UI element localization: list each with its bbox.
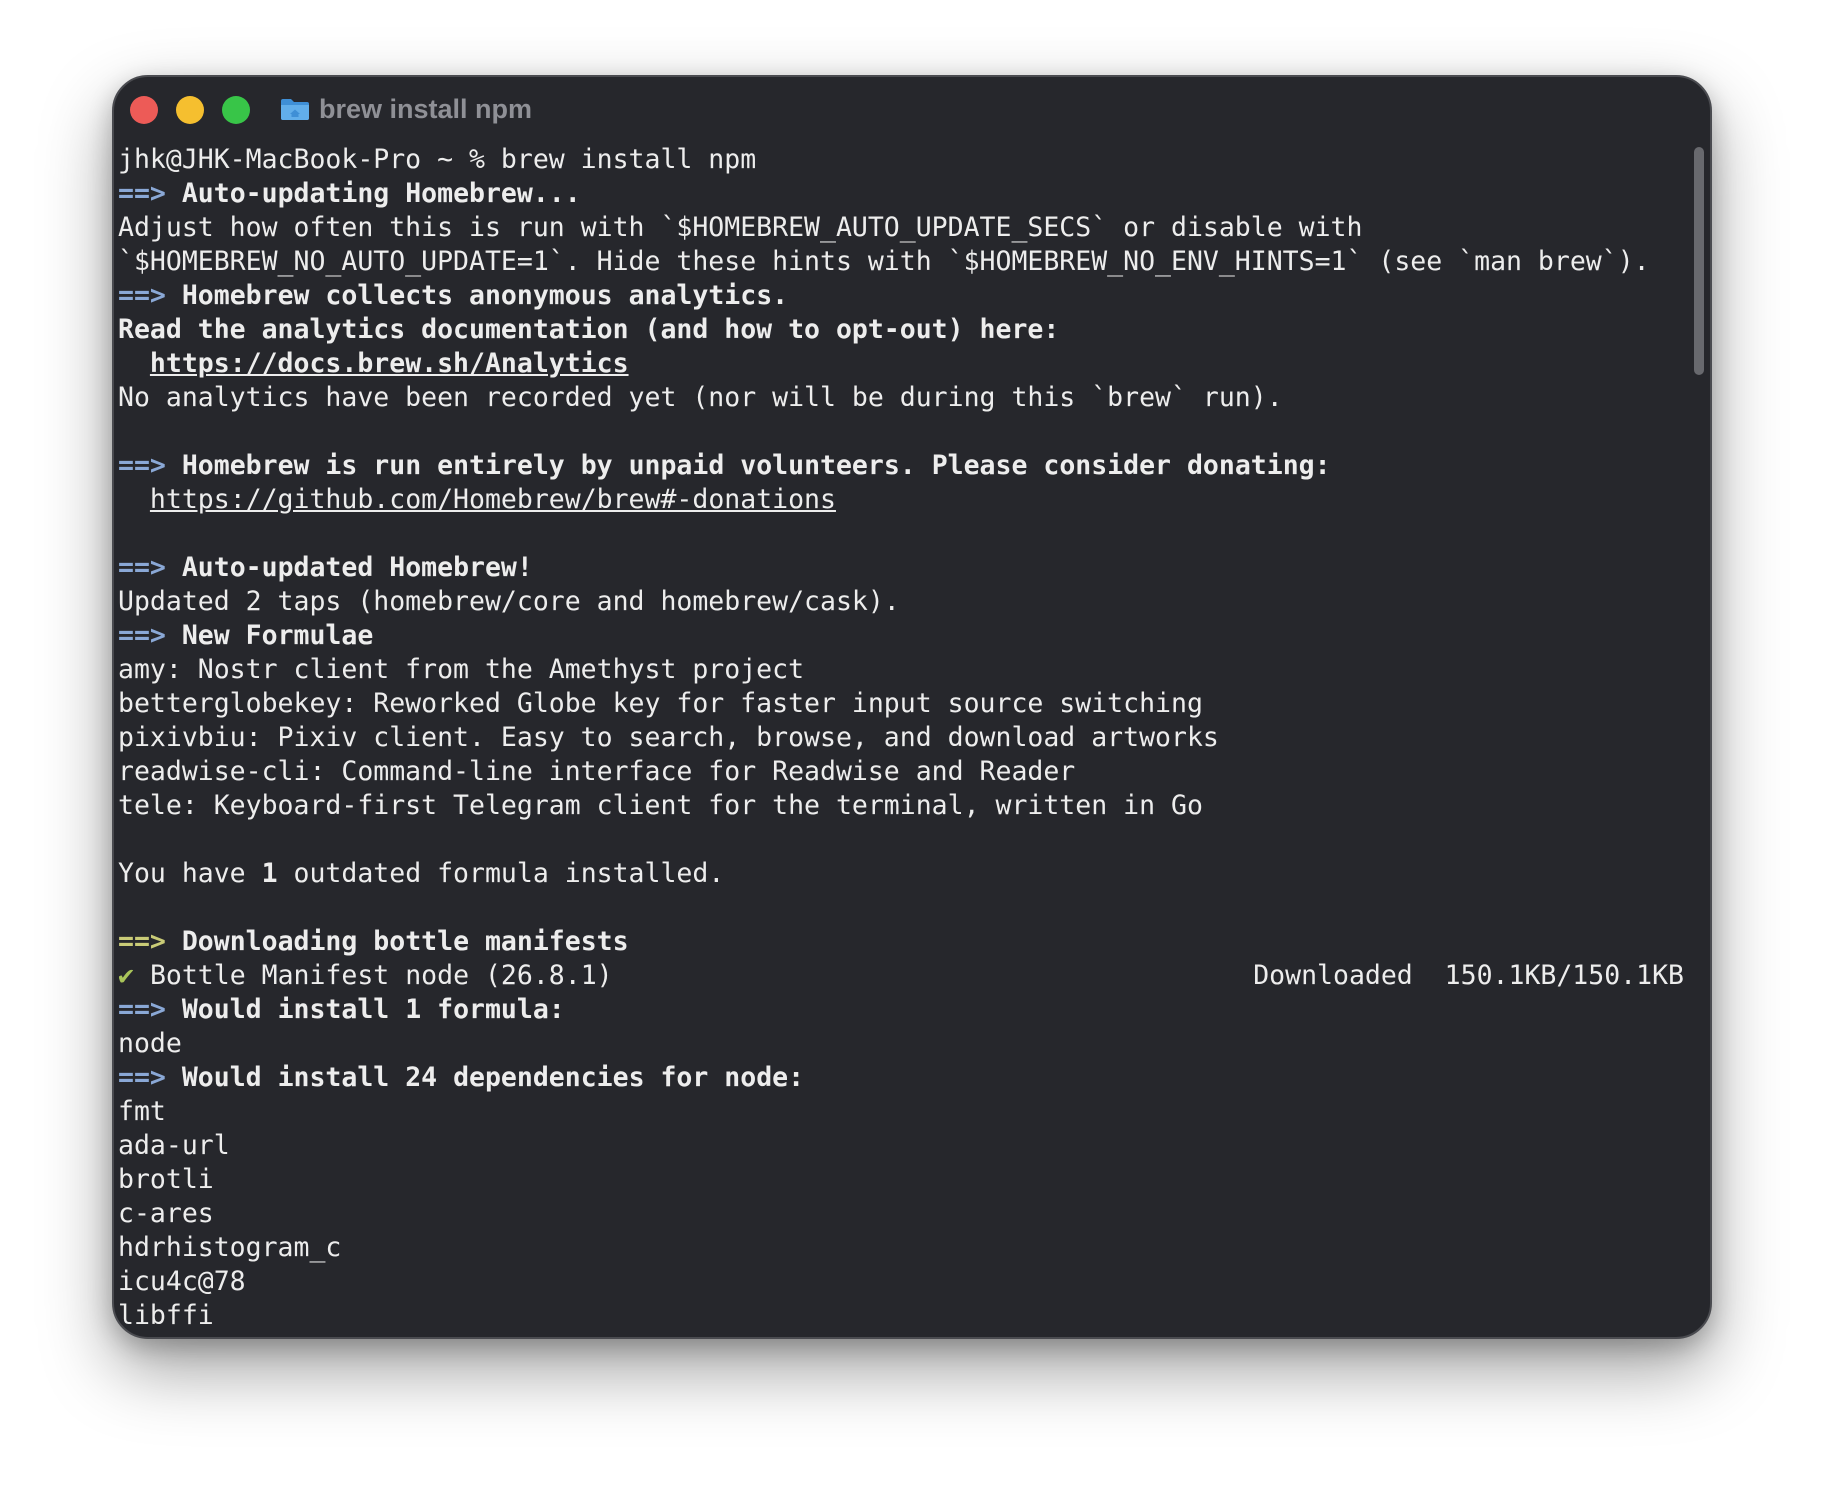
output-line: ==> Would install 1 formula: bbox=[118, 993, 1690, 1027]
output-line: ==> New Formulae bbox=[118, 619, 1690, 653]
scrollbar[interactable] bbox=[1694, 147, 1704, 375]
heading-text: Auto-updating Homebrew... bbox=[181, 178, 581, 209]
heading-text: New Formulae bbox=[181, 620, 374, 651]
arrow-icon: ==> bbox=[118, 620, 166, 651]
dependency-item: fmt bbox=[118, 1096, 166, 1127]
dependency-item: libffi bbox=[118, 1300, 214, 1331]
output-line: ==> Homebrew collects anonymous analytic… bbox=[118, 279, 1690, 313]
arrow-icon: ==> bbox=[118, 552, 166, 583]
formula-item: readwise-cli: Command-line interface for… bbox=[118, 756, 1076, 787]
output-line: ==> Auto-updated Homebrew! bbox=[118, 551, 1690, 585]
window-title: brew install npm bbox=[319, 94, 533, 124]
output-line: ==> Would install 24 dependencies for no… bbox=[118, 1061, 1690, 1095]
output-line: https://github.com/Homebrew/brew#-donati… bbox=[118, 483, 1690, 517]
minimize-button[interactable] bbox=[176, 96, 204, 124]
dependency-item: icu4c@78 bbox=[118, 1266, 246, 1297]
donations-link[interactable]: https://github.com/Homebrew/brew#-donati… bbox=[150, 484, 836, 515]
arrow-icon: ==> bbox=[118, 178, 166, 209]
dependency-item: hdrhistogram_c bbox=[118, 1232, 342, 1263]
outdated-post: outdated formula installed. bbox=[277, 858, 725, 889]
dependency-item: c-ares bbox=[118, 1198, 214, 1229]
output-line: ==> Homebrew is run entirely by unpaid v… bbox=[118, 449, 1690, 483]
check-icon: ✔ bbox=[118, 960, 134, 991]
output-line: Updated 2 taps (homebrew/core and homebr… bbox=[118, 586, 900, 617]
outdated-count: 1 bbox=[261, 858, 278, 889]
heading-text: Would install 1 formula: bbox=[181, 994, 565, 1025]
zoom-button[interactable] bbox=[222, 96, 250, 124]
heading-text: Homebrew is run entirely by unpaid volun… bbox=[181, 450, 1331, 481]
formula-item: amy: Nostr client from the Amethyst proj… bbox=[118, 654, 805, 685]
outdated-line: You have 1 outdated formula installed. bbox=[118, 857, 1690, 891]
arrow-icon: ==> bbox=[118, 280, 166, 311]
arrow-icon: ==> bbox=[118, 926, 166, 957]
formula-item: pixivbiu: Pixiv client. Easy to search, … bbox=[118, 722, 1219, 753]
heading-text: Would install 24 dependencies for node: bbox=[181, 1062, 805, 1093]
formula-item: tele: Keyboard-first Telegram client for… bbox=[118, 790, 1203, 821]
download-status: Downloaded 150.1KB/150.1KB bbox=[1253, 960, 1684, 991]
folder-icon bbox=[281, 99, 309, 120]
formula-item: betterglobekey: Reworked Globe key for f… bbox=[118, 688, 1203, 719]
output-line: `$HOMEBREW_NO_AUTO_UPDATE=1`. Hide these… bbox=[118, 246, 1650, 277]
manifest-text: Bottle Manifest node (26.8.1) bbox=[149, 960, 613, 991]
output-line: ==> Auto-updating Homebrew... bbox=[118, 177, 1690, 211]
analytics-link[interactable]: https://docs.brew.sh/Analytics bbox=[150, 348, 629, 379]
terminal-window: brew install npm jhk@JHK-MacBook-Pro ~ %… bbox=[112, 75, 1712, 1339]
arrow-icon: ==> bbox=[118, 1062, 166, 1093]
output-line: ==> Downloading bottle manifests bbox=[118, 925, 1690, 959]
terminal-output[interactable]: jhk@JHK-MacBook-Pro ~ % brew install npm… bbox=[118, 143, 1690, 1333]
output-line: node bbox=[118, 1028, 182, 1059]
output-line: Read the analytics documentation (and ho… bbox=[118, 314, 1060, 345]
prompt-line: jhk@JHK-MacBook-Pro ~ % brew install npm bbox=[118, 144, 757, 175]
arrow-icon: ==> bbox=[118, 994, 166, 1025]
heading-text: Homebrew collects anonymous analytics. bbox=[181, 280, 789, 311]
manifest-line: ✔ Bottle Manifest node (26.8.1) Downloade… bbox=[118, 959, 1690, 993]
heading-text: Downloading bottle manifests bbox=[181, 926, 629, 957]
dependency-item: brotli bbox=[118, 1164, 214, 1195]
title-bar[interactable]: brew install npm bbox=[114, 77, 1710, 145]
heading-text: Auto-updated Homebrew! bbox=[181, 552, 533, 583]
arrow-icon: ==> bbox=[118, 450, 166, 481]
outdated-pre: You have bbox=[118, 858, 262, 889]
output-line: No analytics have been recorded yet (nor… bbox=[118, 382, 1283, 413]
output-line: https://docs.brew.sh/Analytics bbox=[118, 347, 1690, 381]
output-line: Adjust how often this is run with `$HOME… bbox=[118, 212, 1363, 243]
close-button[interactable] bbox=[130, 96, 158, 124]
dependency-item: ada-url bbox=[118, 1130, 230, 1161]
